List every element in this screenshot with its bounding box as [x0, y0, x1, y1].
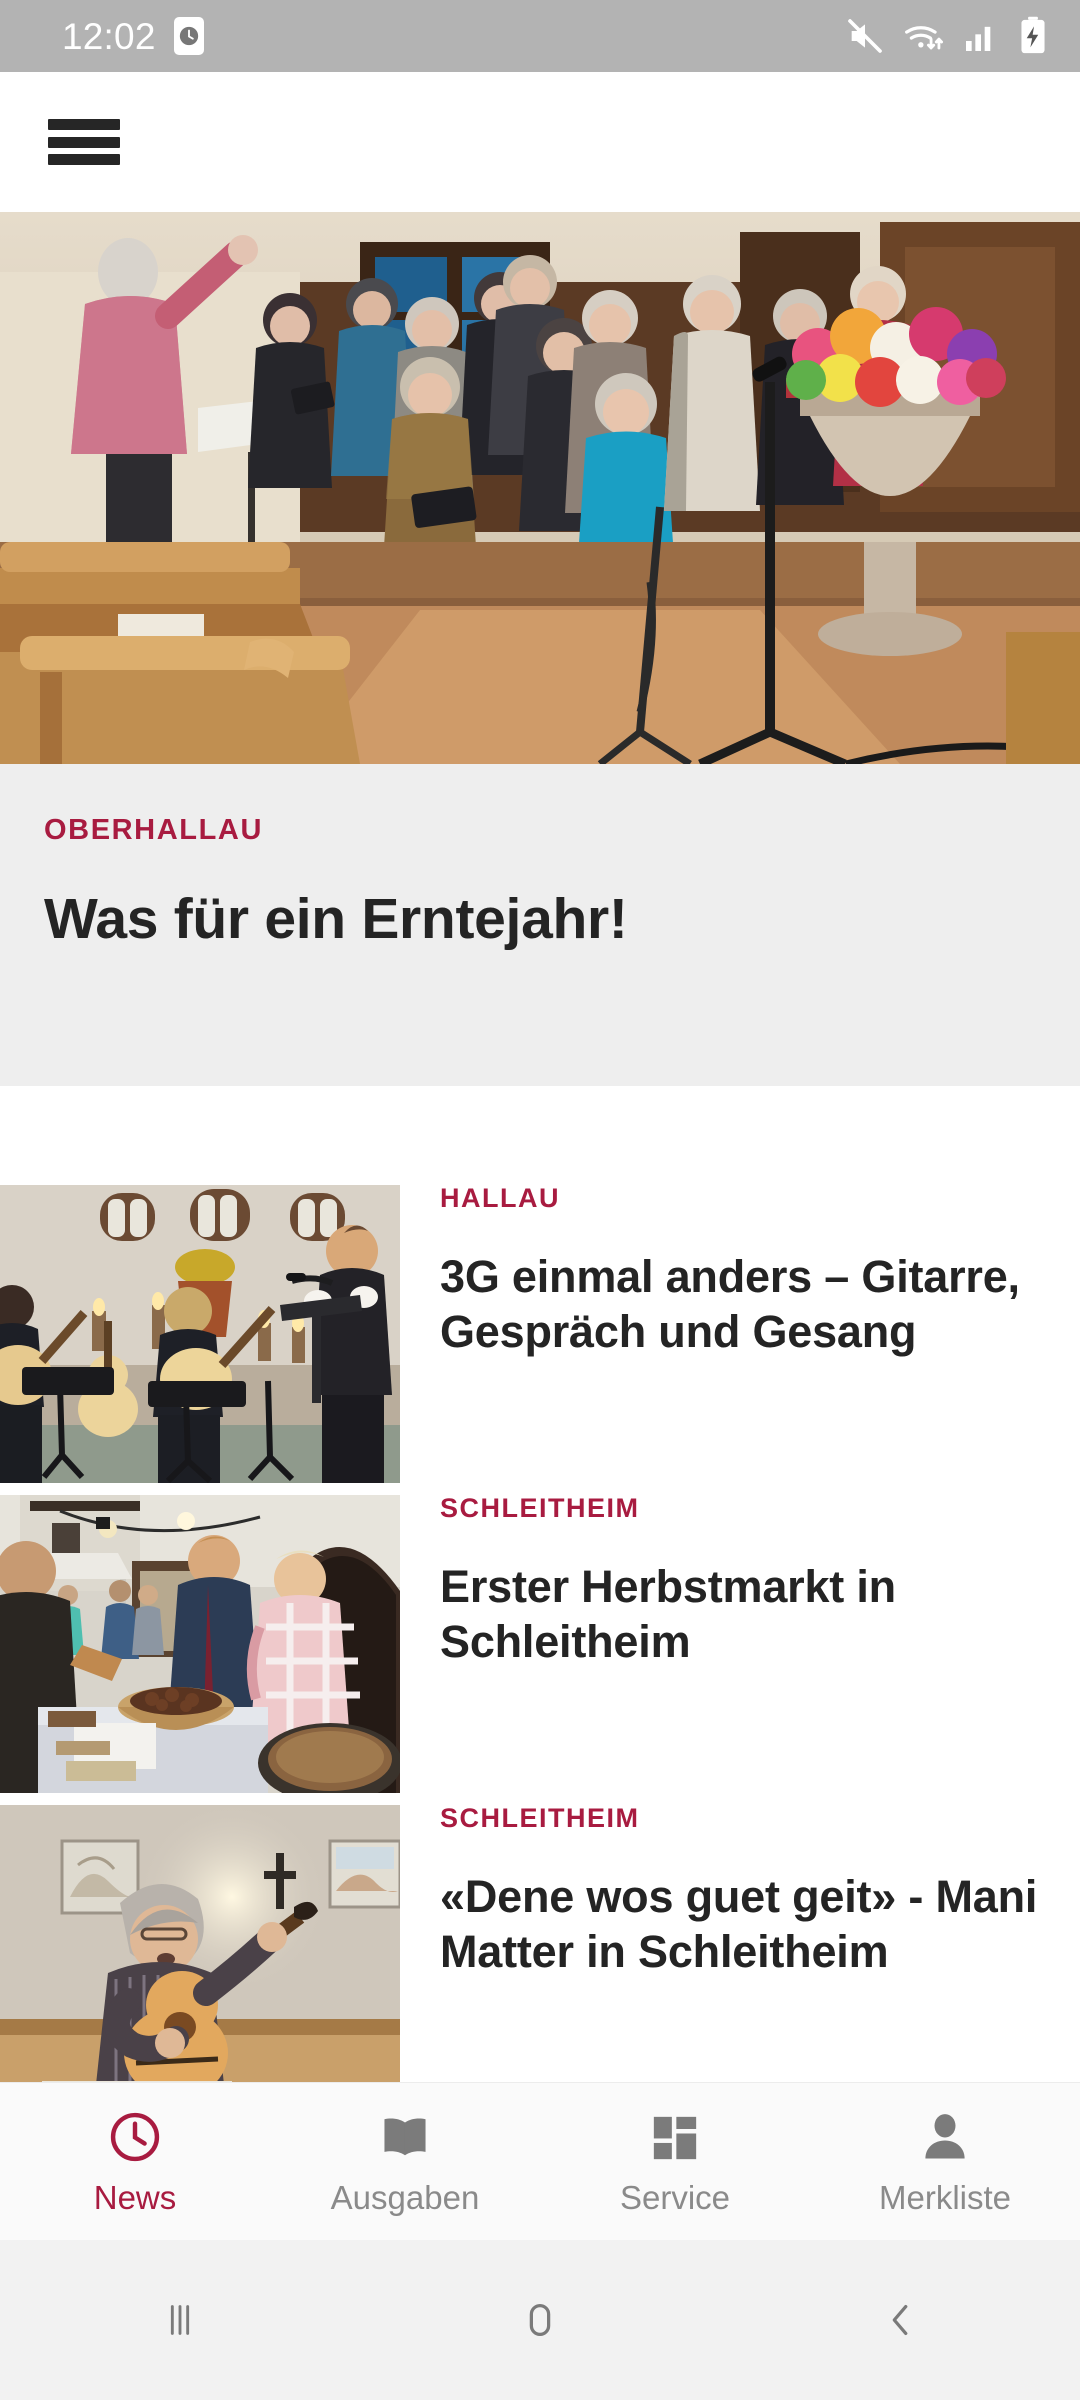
tab-label: News: [93, 2179, 177, 2216]
featured-article-title: Was für ein Erntejahr!: [44, 887, 628, 951]
article-list: HALLAU 3G einmal anders – Gitarre, Gespr…: [0, 1086, 1080, 2103]
book-icon: [377, 2109, 433, 2165]
featured-article-card[interactable]: OBERHALLAU Was für ein Erntejahr!: [0, 764, 1080, 1086]
article-thumbnail: [0, 1185, 400, 1483]
clock-icon: [107, 2109, 163, 2165]
dashboard-grid-icon: [648, 2109, 702, 2165]
hamburger-menu-icon[interactable]: [48, 114, 120, 170]
article-kicker: SCHLEITHEIM: [440, 1493, 640, 1523]
status-bar-clock: 12:02: [62, 15, 156, 57]
status-bar-icons: [845, 15, 1050, 57]
person-icon: [917, 2109, 973, 2165]
article-thumbnail: [0, 1495, 400, 1793]
bottom-tab-bar: News Ausgaben Service Merkliste: [0, 2082, 1080, 2240]
system-navigation-bar: [0, 2240, 1080, 2400]
article-kicker: SCHLEITHEIM: [440, 1803, 640, 1833]
article-title: «Dene wos guet geit» - Mani Matter in Sc…: [440, 1871, 1038, 1977]
recents-icon[interactable]: [0, 2297, 360, 2343]
article-text: SCHLEITHEIM «Dene wos guet geit» - Mani …: [400, 1805, 1080, 1980]
wifi-icon: [905, 26, 944, 50]
church-choir-photo: [0, 212, 1080, 764]
mute-icon: [848, 19, 882, 53]
back-icon[interactable]: [720, 2297, 1080, 2343]
featured-article-kicker: OBERHALLAU: [44, 814, 263, 846]
guitar-singer-photo: [0, 1805, 400, 2103]
tab-label: Service: [619, 2179, 731, 2216]
tab-news[interactable]: News: [0, 2083, 270, 2240]
article-thumbnail: [0, 1805, 400, 2103]
tab-label: Ausgaben: [330, 2179, 480, 2216]
tab-merkliste[interactable]: Merkliste: [810, 2083, 1080, 2240]
article-text: HALLAU 3G einmal anders – Gitarre, Gespr…: [400, 1185, 1080, 1360]
tab-label: Merkliste: [878, 2179, 1012, 2216]
status-bar: 12:02: [0, 0, 1080, 72]
article-title: 3G einmal anders – Gitarre, Gespräch und…: [440, 1251, 1020, 1357]
battery-charging-icon: [1021, 16, 1045, 54]
app-screen: 12:02 OBERHALLAU Was für ein Erntejahr! …: [0, 0, 1080, 2400]
guitar-concert-church-photo: [0, 1185, 400, 1483]
cellular-signal-icon: [966, 26, 991, 51]
tab-ausgaben[interactable]: Ausgaben: [270, 2083, 540, 2240]
list-item[interactable]: HALLAU 3G einmal anders – Gitarre, Gespr…: [0, 1086, 1080, 1483]
app-header: [0, 72, 1080, 212]
autumn-market-photo: [0, 1495, 400, 1793]
article-kicker: HALLAU: [440, 1183, 560, 1213]
article-title: Erster Herbstmarkt in Schleitheim: [440, 1561, 896, 1667]
tab-service[interactable]: Service: [540, 2083, 810, 2240]
alarm-clock-icon: [173, 17, 204, 55]
home-icon[interactable]: [360, 2297, 720, 2343]
article-text: SCHLEITHEIM Erster Herbstmarkt in Schlei…: [400, 1495, 1080, 1670]
featured-article-image[interactable]: [0, 212, 1080, 764]
